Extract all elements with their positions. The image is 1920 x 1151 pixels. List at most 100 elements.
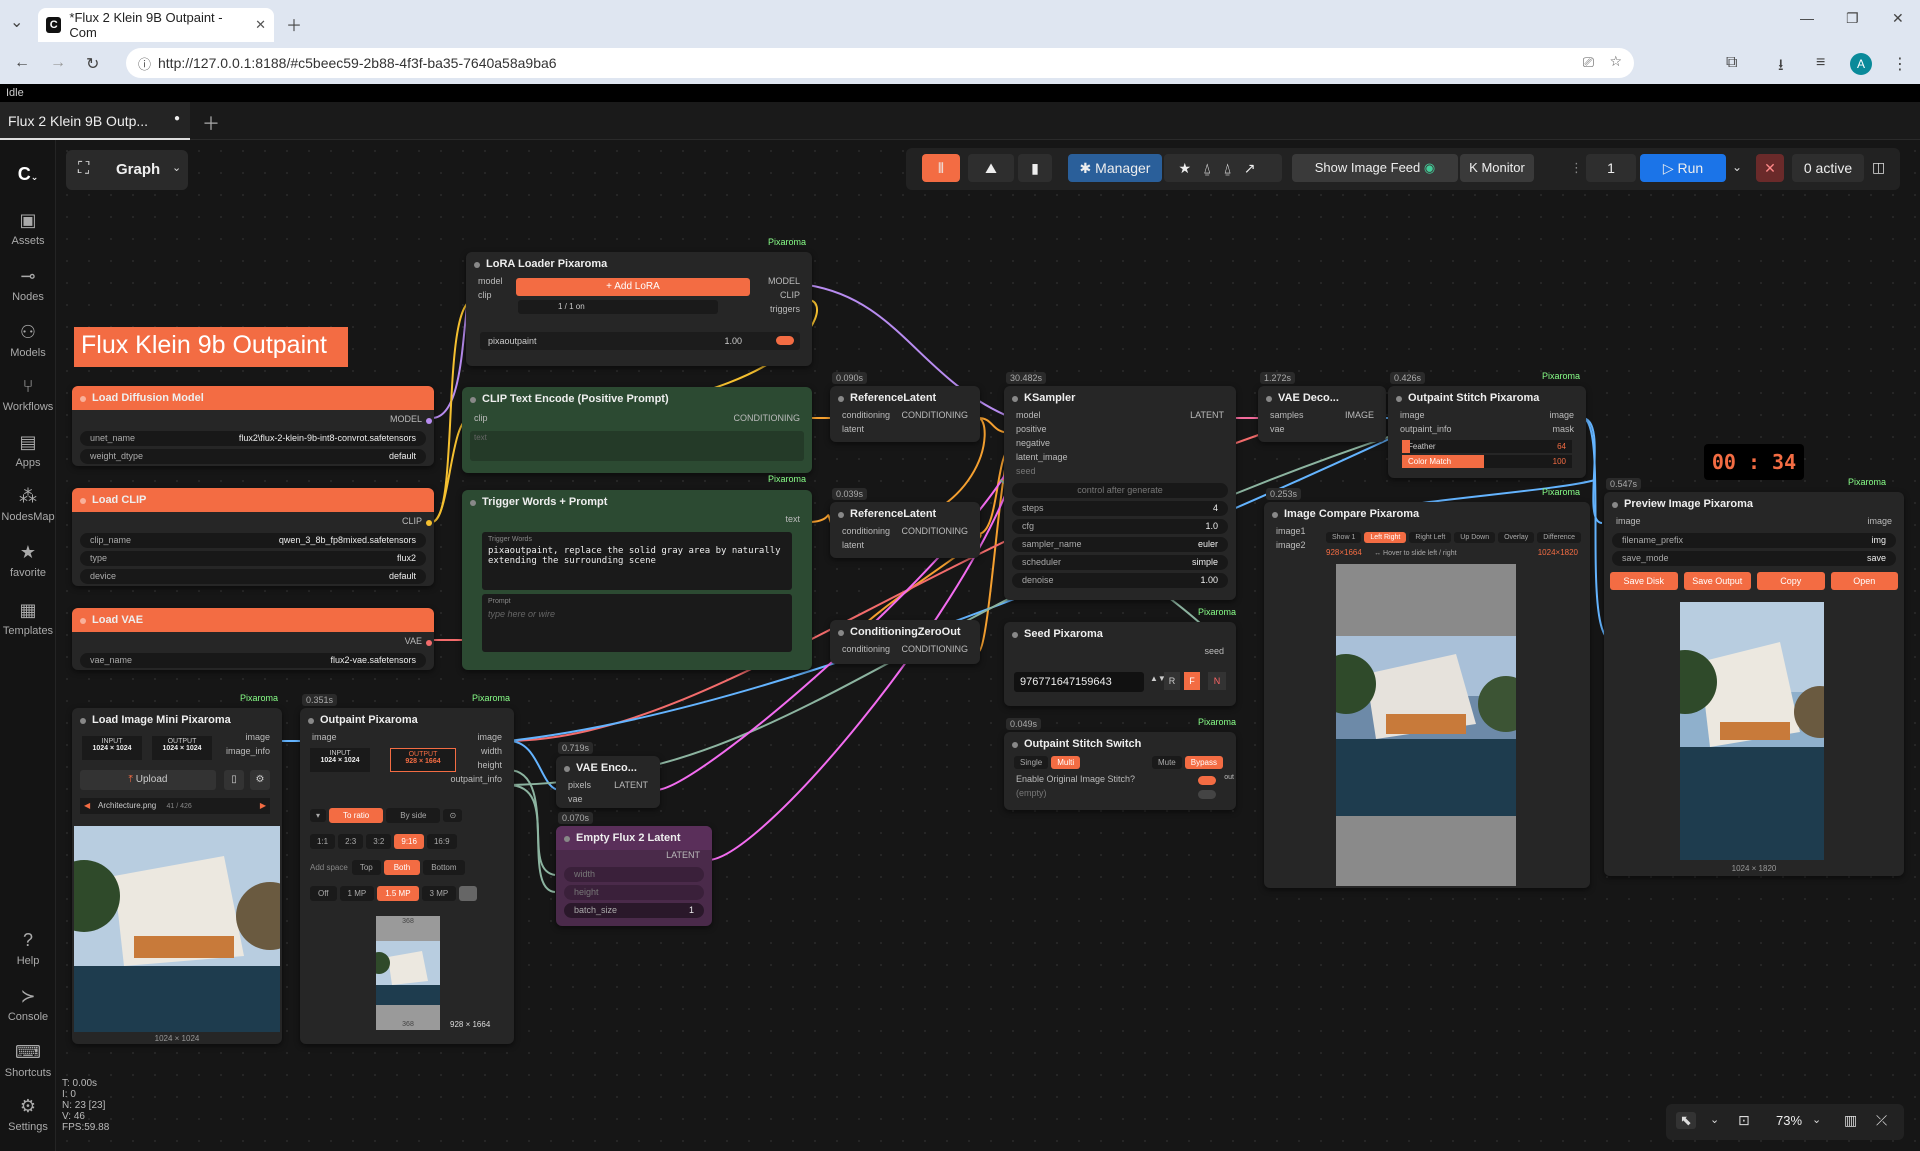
address-bar[interactable]: ⓘ http://127.0.0.1:8188/#c5beec59-2b88-4…: [126, 48, 1634, 78]
tab-right-left[interactable]: Right Left: [1409, 532, 1452, 543]
tab-up-down[interactable]: Up Down: [1454, 532, 1496, 543]
trigger-words-field[interactable]: Trigger Words pixaoutpaint, replace the …: [482, 532, 792, 590]
output-model[interactable]: MODEL: [390, 414, 422, 424]
node-vae-decode[interactable]: VAE Deco... samples IMAGE vae: [1258, 386, 1386, 442]
prev-file-icon[interactable]: ◀: [84, 801, 90, 810]
input-latent[interactable]: latent: [842, 424, 864, 434]
output-clip[interactable]: CLIP: [402, 516, 422, 526]
seed-value-input[interactable]: 976771647159643: [1014, 672, 1144, 692]
output-conditioning[interactable]: CONDITIONING: [902, 410, 969, 420]
input-image[interactable]: image: [312, 732, 337, 742]
vae-name-widget[interactable]: vae_name flux2-vae.safetensors: [80, 653, 426, 668]
clipboard-icon[interactable]: ▯: [224, 770, 244, 790]
output-width[interactable]: width: [481, 746, 502, 756]
pixaroma-icon[interactable]: ⦀: [922, 154, 960, 182]
panel-toggle-icon[interactable]: ◫: [1872, 159, 1885, 176]
input-conditioning[interactable]: conditioning: [842, 410, 890, 420]
node-load-clip[interactable]: Load CLIP CLIP clip_name qwen_3_8b_fp8mix…: [72, 488, 434, 586]
site-info-icon[interactable]: ⓘ: [138, 54, 151, 73]
save-disk-button[interactable]: Save Disk: [1610, 572, 1678, 590]
node-ksampler[interactable]: KSampler model LATENT positive negative l…: [1004, 386, 1236, 600]
active-queue-button[interactable]: 0 active: [1792, 154, 1864, 182]
steps-widget[interactable]: steps 4: [1012, 501, 1228, 516]
select-tool-icon[interactable]: ⬉: [1676, 1112, 1696, 1129]
install-icon[interactable]: ⎚: [1583, 54, 1594, 71]
node-outpaint-stitch-switch[interactable]: Outpaint Stitch Switch Single Multi Mute By…: [1004, 732, 1236, 810]
mp-1-5[interactable]: 1.5 MP: [377, 886, 419, 901]
media-icon[interactable]: ≡: [1816, 54, 1825, 72]
input-conditioning[interactable]: conditioning: [842, 526, 890, 536]
type-widget[interactable]: type flux2: [80, 551, 426, 566]
input-seed[interactable]: seed: [1016, 466, 1036, 476]
next-file-icon[interactable]: ▶: [260, 801, 266, 810]
extensions-icon[interactable]: ⧉: [1726, 54, 1737, 72]
sidebar-item-templates[interactable]: ▦ Templates: [0, 600, 56, 637]
close-tab-icon[interactable]: ✕: [255, 17, 266, 33]
fit-view-icon[interactable]: ⊡: [1738, 1112, 1750, 1129]
input-pixels[interactable]: pixels: [568, 780, 591, 790]
to-ratio-button[interactable]: To ratio: [329, 808, 384, 823]
output-latent[interactable]: LATENT: [614, 780, 648, 790]
node-load-diffusion-model[interactable]: Load Diffusion Model MODEL unet_name flux…: [72, 386, 434, 466]
input-vae[interactable]: vae: [568, 794, 583, 804]
output-image[interactable]: IMAGE: [1345, 410, 1374, 420]
sidebar-item-console[interactable]: ≻ Console: [0, 986, 56, 1023]
node-image-compare[interactable]: Image Compare Pixaroma image1 image2 Sho…: [1264, 502, 1590, 888]
output-image[interactable]: image: [1867, 516, 1892, 526]
mp-1[interactable]: 1 MP: [339, 886, 375, 901]
node-load-image-mini[interactable]: Load Image Mini Pixaroma image image_inf…: [72, 708, 282, 1044]
feather-slider[interactable]: Feather 64: [1402, 440, 1572, 453]
tab-overlay[interactable]: Overlay: [1498, 532, 1535, 543]
new-tab-icon[interactable]: ＋: [286, 12, 302, 36]
zoom-menu-icon[interactable]: ⌄: [1812, 1113, 1821, 1126]
workflow-tab[interactable]: Flux 2 Klein 9B Outp... ●: [0, 102, 190, 140]
input-image[interactable]: image: [1400, 410, 1425, 420]
tool-menu-icon[interactable]: ⌄: [1710, 1113, 1719, 1126]
input-clip[interactable]: clip: [474, 413, 488, 423]
downloads-icon[interactable]: ⭳: [1778, 54, 1784, 81]
mp-3[interactable]: 3 MP: [421, 886, 457, 901]
comfy-logo[interactable]: C⌄: [0, 164, 56, 185]
forward-icon[interactable]: →: [50, 54, 66, 72]
filename-prefix-widget[interactable]: filename_prefix img: [1612, 533, 1896, 548]
queue-count-input[interactable]: 1: [1586, 154, 1636, 182]
input-negative[interactable]: negative: [1016, 438, 1050, 448]
sidebar-item-assets[interactable]: ▣ Assets: [0, 210, 56, 247]
node-vae-encode[interactable]: VAE Enco... pixels LATENT vae: [556, 756, 660, 808]
input-positive[interactable]: positive: [1016, 424, 1047, 434]
zoom-level[interactable]: 73%: [1776, 1113, 1802, 1128]
unet-name-widget[interactable]: unet_name flux2\flux-2-klein-9b-int8-conv…: [80, 431, 426, 446]
output-outpaint-info[interactable]: outpaint_info: [450, 774, 502, 784]
height-widget[interactable]: height: [564, 885, 704, 900]
seed-randomize-button[interactable]: R: [1164, 672, 1180, 690]
tab-list-icon[interactable]: ⌄: [10, 12, 23, 32]
lora-toggle-all[interactable]: 1 / 1 on: [518, 300, 718, 314]
title-note[interactable]: Flux Klein 9b Outpaint: [74, 327, 348, 367]
side-both[interactable]: Both: [383, 860, 421, 875]
node-seed[interactable]: Seed Pixaroma seed 976771647159643 ▲▼ R …: [1004, 622, 1236, 706]
node-reference-latent-2[interactable]: ReferenceLatent conditioning CONDITIONING…: [830, 502, 980, 558]
output-image[interactable]: image: [1549, 410, 1574, 420]
menu-kebab-icon[interactable]: ⋮: [1892, 54, 1908, 74]
restore-icon[interactable]: ❐: [1846, 10, 1859, 27]
output-latent[interactable]: LATENT: [666, 850, 700, 860]
minimap-icon[interactable]: ▥: [1844, 1112, 1857, 1129]
node-clip-text-encode[interactable]: CLIP Text Encode (Positive Prompt) clip C…: [462, 387, 812, 473]
scheduler-widget[interactable]: scheduler simple: [1012, 555, 1228, 570]
output-triggers[interactable]: triggers: [770, 304, 800, 314]
lora-toggle[interactable]: [776, 336, 794, 345]
loaded-image[interactable]: [74, 826, 280, 1032]
input-model[interactable]: model: [1016, 410, 1041, 420]
control-after-generate-widget[interactable]: control after generate: [1012, 483, 1228, 498]
open-button[interactable]: Open: [1830, 572, 1898, 590]
device-widget[interactable]: device default: [80, 569, 426, 584]
close-window-icon[interactable]: ✕: [1892, 10, 1904, 27]
lora-row[interactable]: pixaoutpaint 1.00: [480, 332, 800, 350]
sidebar-item-shortcuts[interactable]: ⌨ Shortcuts: [0, 1042, 56, 1079]
browser-tab[interactable]: C *Flux 2 Klein 9B Outpaint - Com ✕: [38, 8, 274, 42]
tab-difference[interactable]: Difference: [1537, 532, 1581, 543]
side-bottom[interactable]: Bottom: [423, 860, 465, 875]
input-vae[interactable]: vae: [1270, 424, 1285, 434]
bookmark-star-icon[interactable]: ☆: [1609, 53, 1622, 70]
sidebar-item-workflows[interactable]: ⑂ Workflows: [0, 376, 56, 413]
